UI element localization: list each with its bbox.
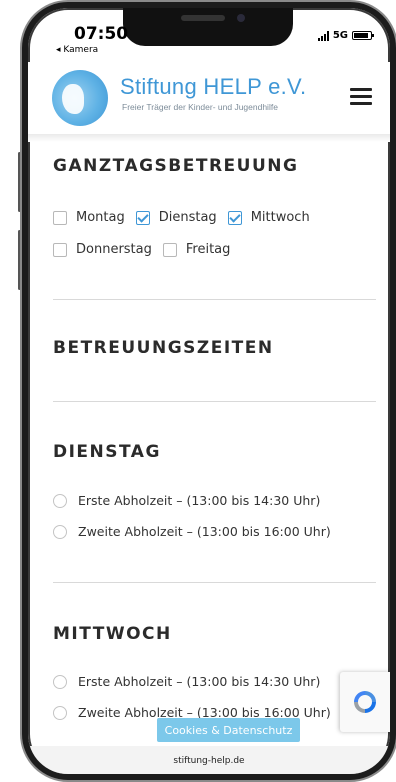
radio-label: Erste Abholzeit – (13:00 bis 14:30 Uhr) bbox=[78, 674, 321, 689]
signal-icon bbox=[317, 30, 329, 41]
phone-frame: 07:50 ◂ Kamera 5G Stiftung HELP e.V. Fre… bbox=[22, 2, 396, 780]
radio-button[interactable] bbox=[53, 524, 67, 539]
radio-button[interactable] bbox=[53, 493, 67, 508]
logo-icon[interactable] bbox=[52, 70, 108, 126]
logo-title[interactable]: Stiftung HELP e.V. bbox=[120, 74, 306, 100]
checkbox-box-checked[interactable] bbox=[227, 210, 242, 225]
url-text: stiftung-help.de bbox=[173, 756, 245, 766]
notch bbox=[123, 8, 293, 46]
radio-mittwoch-erste[interactable]: Erste Abholzeit – (13:00 bis 14:30 Uhr) bbox=[53, 674, 320, 689]
logo-subtitle: Freier Träger der Kinder- und Jugendhilf… bbox=[122, 102, 278, 112]
header-shadow bbox=[28, 134, 390, 142]
cookies-datenschutz-button[interactable]: Cookies & Datenschutz bbox=[157, 718, 300, 742]
front-camera bbox=[237, 14, 245, 22]
network-label: 5G bbox=[332, 30, 348, 41]
checkbox-montag[interactable]: Montag bbox=[53, 210, 125, 225]
checkbox-label: Freitag bbox=[185, 242, 231, 257]
weekday-row-1: Montag Dienstag Mittwoch bbox=[53, 210, 321, 225]
checkbox-donnerstag[interactable]: Donnerstag bbox=[53, 242, 152, 257]
checkbox-box-checked[interactable] bbox=[135, 210, 150, 225]
divider bbox=[53, 582, 376, 583]
checkbox-label: Montag bbox=[76, 210, 125, 225]
recaptcha-badge[interactable] bbox=[340, 672, 390, 732]
radio-button[interactable] bbox=[53, 674, 67, 689]
section-title-mittwoch: MITTWOCH bbox=[53, 624, 172, 644]
back-to-camera-link[interactable]: ◂ Kamera bbox=[56, 45, 98, 55]
checkbox-dienstag[interactable]: Dienstag bbox=[135, 210, 217, 225]
checkbox-freitag[interactable]: Freitag bbox=[162, 242, 231, 257]
volume-up-button bbox=[18, 152, 21, 212]
battery-icon bbox=[352, 31, 374, 40]
section-title-betreuungszeiten: BETREUUNGSZEITEN bbox=[53, 338, 274, 358]
checkbox-box[interactable] bbox=[53, 242, 67, 257]
checkbox-box[interactable] bbox=[53, 210, 67, 225]
radio-button[interactable] bbox=[53, 705, 67, 720]
volume-down-button bbox=[18, 230, 21, 290]
radio-dienstag-erste[interactable]: Erste Abholzeit – (13:00 bis 14:30 Uhr) bbox=[53, 493, 320, 508]
site-header: Stiftung HELP e.V. Freier Träger der Kin… bbox=[28, 62, 390, 134]
divider bbox=[53, 401, 376, 402]
radio-label: Erste Abholzeit – (13:00 bis 14:30 Uhr) bbox=[78, 493, 321, 508]
radio-label: Zweite Abholzeit – (13:00 bis 16:00 Uhr) bbox=[78, 524, 331, 539]
divider bbox=[53, 299, 376, 300]
checkbox-label: Dienstag bbox=[158, 210, 217, 225]
checkbox-box[interactable] bbox=[162, 242, 177, 257]
section-title-ganztag: GANZTAGSBETREUUNG bbox=[53, 156, 299, 176]
recaptcha-icon bbox=[354, 691, 376, 713]
speaker bbox=[181, 15, 225, 21]
browser-url-bar[interactable]: stiftung-help.de bbox=[28, 746, 390, 774]
section-title-dienstag: DIENSTAG bbox=[53, 442, 161, 462]
status-indicators: 5G bbox=[317, 30, 374, 41]
status-time: 07:50 bbox=[74, 24, 129, 44]
menu-icon[interactable] bbox=[350, 88, 372, 106]
weekday-row-2: Donnerstag Freitag bbox=[53, 242, 241, 257]
checkbox-label: Mittwoch bbox=[250, 210, 310, 225]
checkbox-mittwoch[interactable]: Mittwoch bbox=[227, 210, 310, 225]
radio-dienstag-zweite[interactable]: Zweite Abholzeit – (13:00 bis 16:00 Uhr) bbox=[53, 524, 331, 539]
checkbox-label: Donnerstag bbox=[76, 242, 152, 257]
